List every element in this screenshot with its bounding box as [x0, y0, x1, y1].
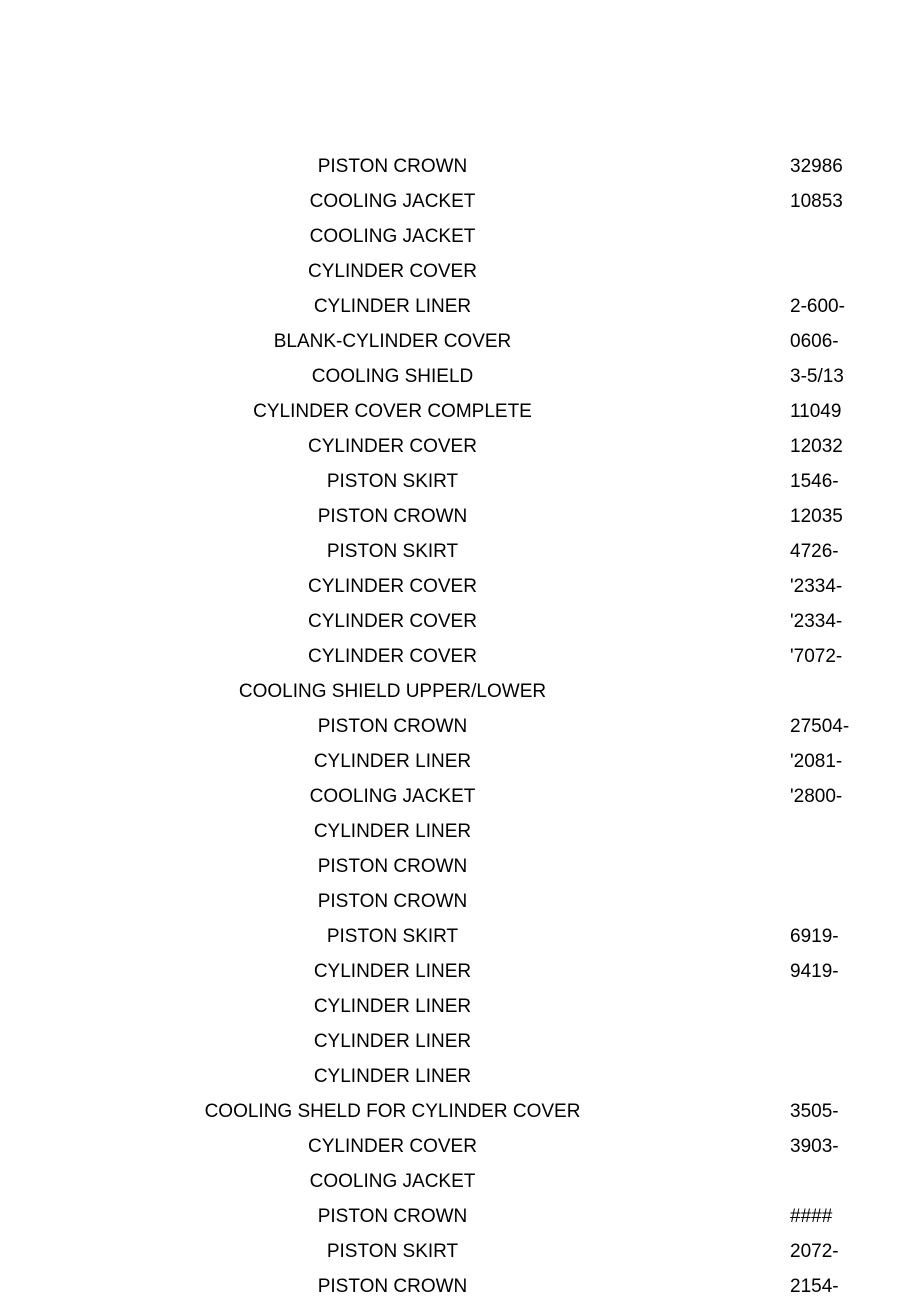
part-code-cell: ####: [790, 1199, 860, 1234]
table-row: CYLINDER LINER9419-: [0, 954, 920, 989]
part-name-cell: PISTON CROWN: [0, 884, 785, 919]
part-name-cell: PISTON SKIRT: [0, 464, 785, 499]
part-code-cell: 12035: [790, 499, 860, 534]
part-code-cell: 12032: [790, 429, 860, 464]
part-name-cell: CYLINDER LINER: [0, 1059, 785, 1094]
part-name-cell: BLANK-CYLINDER COVER: [0, 324, 785, 359]
part-code-cell: 4726-: [790, 534, 860, 569]
table-row: PISTON CROWN2154-: [0, 1269, 920, 1301]
part-name-cell: COOLING JACKET: [0, 1164, 785, 1199]
part-code-cell: 0606-: [790, 324, 860, 359]
part-name-cell: CYLINDER LINER: [0, 1024, 785, 1059]
table-row: CYLINDER COVER COMPLETE11049: [0, 394, 920, 429]
part-code-cell: 6919-: [790, 919, 860, 954]
part-code-cell: 3-5/13: [790, 359, 860, 394]
parts-list-page: PISTON CROWN32986COOLING JACKET10853COOL…: [0, 0, 920, 1301]
part-code-cell: '2081-: [790, 744, 860, 779]
part-code-cell: 2-600-: [790, 289, 860, 324]
part-name-cell: PISTON SKIRT: [0, 534, 785, 569]
part-name-cell: CYLINDER COVER: [0, 254, 785, 289]
part-name-cell: CYLINDER COVER: [0, 604, 785, 639]
table-row: PISTON SKIRT6919-: [0, 919, 920, 954]
table-row: CYLINDER LINER'2081-: [0, 744, 920, 779]
part-name-cell: COOLING JACKET: [0, 184, 785, 219]
table-row: CYLINDER LINER: [0, 1059, 920, 1094]
table-row: CYLINDER COVER3903-: [0, 1129, 920, 1164]
table-row: COOLING SHIELD3-5/13: [0, 359, 920, 394]
table-row: CYLINDER LINER2-600-: [0, 289, 920, 324]
part-code-cell: 3505-: [790, 1094, 860, 1129]
part-name-cell: CYLINDER LINER: [0, 989, 785, 1024]
part-name-cell: PISTON CROWN: [0, 849, 785, 884]
table-row: CYLINDER COVER'7072-: [0, 639, 920, 674]
table-row: PISTON CROWN27504-: [0, 709, 920, 744]
table-row: PISTON SKIRT1546-: [0, 464, 920, 499]
part-name-cell: CYLINDER COVER: [0, 429, 785, 464]
part-name-cell: COOLING JACKET: [0, 219, 785, 254]
table-row: COOLING JACKET: [0, 1164, 920, 1199]
part-name-cell: PISTON CROWN: [0, 709, 785, 744]
table-row: CYLINDER LINER: [0, 989, 920, 1024]
part-code-cell: 1546-: [790, 464, 860, 499]
table-row: COOLING JACKET'2800-: [0, 779, 920, 814]
part-code-cell: '2800-: [790, 779, 860, 814]
part-code-cell: '7072-: [790, 639, 860, 674]
table-row: CYLINDER COVER12032: [0, 429, 920, 464]
part-name-cell: PISTON CROWN: [0, 149, 785, 184]
part-code-cell: 11049: [790, 394, 860, 429]
part-code-cell: 10853: [790, 184, 860, 219]
table-row: PISTON CROWN: [0, 884, 920, 919]
part-name-cell: CYLINDER COVER: [0, 639, 785, 674]
table-row: CYLINDER COVER'2334-: [0, 569, 920, 604]
part-name-cell: COOLING SHIELD: [0, 359, 785, 394]
table-row: PISTON CROWN: [0, 849, 920, 884]
part-code-cell: 9419-: [790, 954, 860, 989]
table-row: COOLING JACKET: [0, 219, 920, 254]
table-row: PISTON CROWN12035: [0, 499, 920, 534]
part-name-cell: PISTON SKIRT: [0, 919, 785, 954]
part-code-cell: 3903-: [790, 1129, 860, 1164]
part-name-cell: CYLINDER COVER COMPLETE: [0, 394, 785, 429]
part-name-cell: COOLING SHELD FOR CYLINDER COVER: [0, 1094, 785, 1129]
table-row: COOLING SHIELD UPPER/LOWER: [0, 674, 920, 709]
table-row: COOLING JACKET10853: [0, 184, 920, 219]
table-row: PISTON CROWN####: [0, 1199, 920, 1234]
table-row: CYLINDER LINER: [0, 814, 920, 849]
part-code-cell: '2334-: [790, 569, 860, 604]
table-row: BLANK-CYLINDER COVER0606-: [0, 324, 920, 359]
part-name-cell: PISTON CROWN: [0, 1199, 785, 1234]
part-name-cell: COOLING SHIELD UPPER/LOWER: [0, 674, 785, 709]
part-code-cell: 2154-: [790, 1269, 860, 1301]
part-name-cell: CYLINDER LINER: [0, 744, 785, 779]
part-name-cell: CYLINDER LINER: [0, 289, 785, 324]
table-row: COOLING SHELD FOR CYLINDER COVER3505-: [0, 1094, 920, 1129]
part-name-cell: CYLINDER LINER: [0, 814, 785, 849]
part-code-cell: 32986: [790, 149, 860, 184]
table-row: PISTON CROWN32986: [0, 149, 920, 184]
table-row: CYLINDER COVER'2334-: [0, 604, 920, 639]
part-name-cell: CYLINDER LINER: [0, 954, 785, 989]
table-row: PISTON SKIRT4726-: [0, 534, 920, 569]
table-row: PISTON SKIRT2072-: [0, 1234, 920, 1269]
part-name-cell: PISTON CROWN: [0, 499, 785, 534]
part-code-cell: 27504-: [790, 709, 860, 744]
part-code-cell: '2334-: [790, 604, 860, 639]
part-name-cell: PISTON CROWN: [0, 1269, 785, 1301]
part-name-cell: CYLINDER COVER: [0, 1129, 785, 1164]
part-code-cell: 2072-: [790, 1234, 860, 1269]
part-name-cell: CYLINDER COVER: [0, 569, 785, 604]
part-name-cell: PISTON SKIRT: [0, 1234, 785, 1269]
part-name-cell: COOLING JACKET: [0, 779, 785, 814]
table-row: CYLINDER LINER: [0, 1024, 920, 1059]
table-row: CYLINDER COVER: [0, 254, 920, 289]
